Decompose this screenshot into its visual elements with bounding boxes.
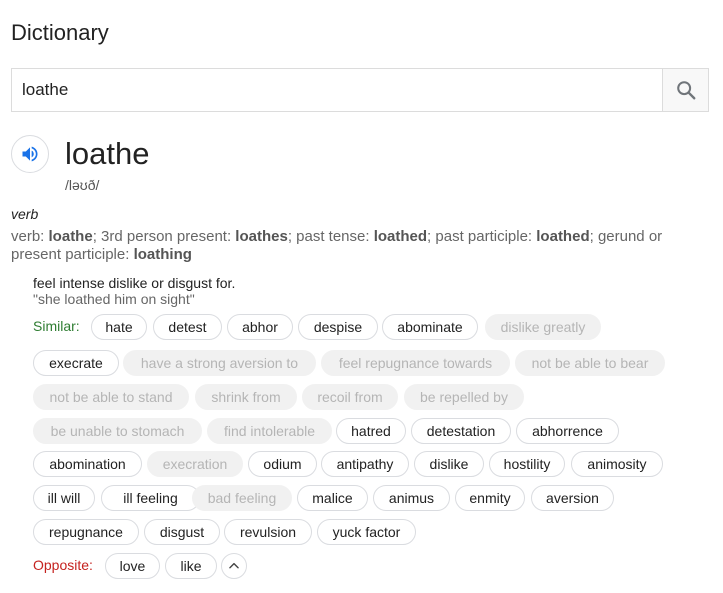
form-pp-label: ; past participle: (427, 228, 537, 245)
similar-label: Similar: (33, 318, 80, 334)
similar-chip[interactable]: malice (297, 485, 368, 511)
similar-chip[interactable]: ill feeling (101, 485, 200, 511)
search-bar (11, 68, 709, 112)
similar-chip[interactable]: bad feeling (192, 485, 292, 511)
form-ger: loathing (133, 246, 192, 263)
opposite-label: Opposite: (33, 557, 93, 573)
similar-chip[interactable]: be repelled by (404, 384, 524, 410)
form-pp: loathed (536, 228, 590, 245)
similar-chip[interactable]: repugnance (33, 519, 139, 545)
similar-chip[interactable]: hatred (336, 418, 406, 444)
similar-chip[interactable]: disgust (144, 519, 220, 545)
similar-chip[interactable]: enmity (455, 485, 525, 511)
forms-prefix: verb: (11, 228, 49, 245)
similar-chip[interactable]: abhor (227, 314, 293, 340)
form-third: loathes (235, 228, 288, 245)
similar-chip[interactable]: aversion (531, 485, 614, 511)
example-sentence: "she loathed him on sight" (33, 291, 195, 307)
similar-chip[interactable]: feel repugnance towards (321, 350, 510, 376)
similar-chip[interactable]: hostility (489, 451, 565, 477)
part-of-speech: verb (11, 206, 39, 222)
similar-chip[interactable]: hate (91, 314, 147, 340)
similar-chip[interactable]: not be able to stand (33, 384, 189, 410)
definition: feel intense dislike or disgust for. (33, 275, 236, 291)
form-base: loathe (48, 228, 93, 245)
similar-chip[interactable]: animus (373, 485, 450, 511)
search-button[interactable] (662, 68, 709, 112)
similar-chip[interactable]: detestation (411, 418, 511, 444)
similar-chip[interactable]: dislike (414, 451, 484, 477)
pronounce-button[interactable] (11, 135, 49, 173)
verb-forms: verb: loathe; 3rd person present: loathe… (11, 228, 711, 264)
similar-chip[interactable]: antipathy (321, 451, 409, 477)
similar-chip[interactable]: abomination (33, 451, 142, 477)
similar-chip[interactable]: animosity (571, 451, 663, 477)
form-past: loathed (373, 228, 428, 245)
similar-chip[interactable]: odium (248, 451, 317, 477)
similar-chip[interactable]: yuck factor (317, 519, 416, 545)
similar-chip[interactable]: execration (147, 451, 243, 477)
similar-chip[interactable]: revulsion (224, 519, 312, 545)
similar-chip[interactable]: ill will (33, 485, 95, 511)
search-input[interactable] (11, 68, 663, 112)
collapse-button[interactable] (221, 553, 247, 579)
similar-chip[interactable]: not be able to bear (515, 350, 665, 376)
similar-chip[interactable]: dislike greatly (485, 314, 601, 340)
speaker-icon (22, 146, 38, 162)
form-past-label: ; past tense: (287, 228, 374, 245)
similar-chip[interactable]: recoil from (302, 384, 398, 410)
chevron-up-icon (229, 562, 239, 569)
similar-chip[interactable]: abhorrence (516, 418, 619, 444)
search-icon (676, 81, 695, 100)
similar-chip[interactable]: find intolerable (207, 418, 332, 444)
similar-chip[interactable]: detest (153, 314, 222, 340)
headword: loathe (65, 136, 150, 171)
page-title: Dictionary (11, 20, 109, 45)
similar-chip[interactable]: execrate (33, 350, 119, 376)
phonetic: /ləʊð/ (65, 177, 100, 193)
opposite-chip[interactable]: like (165, 553, 217, 579)
form-third-label: ; 3rd person present: (92, 228, 236, 245)
opposite-chip[interactable]: love (105, 553, 160, 579)
similar-chip[interactable]: abominate (382, 314, 478, 340)
similar-chip[interactable]: have a strong aversion to (123, 350, 316, 376)
similar-chip[interactable]: be unable to stomach (33, 418, 202, 444)
similar-chip[interactable]: shrink from (195, 384, 297, 410)
similar-chip[interactable]: despise (298, 314, 378, 340)
